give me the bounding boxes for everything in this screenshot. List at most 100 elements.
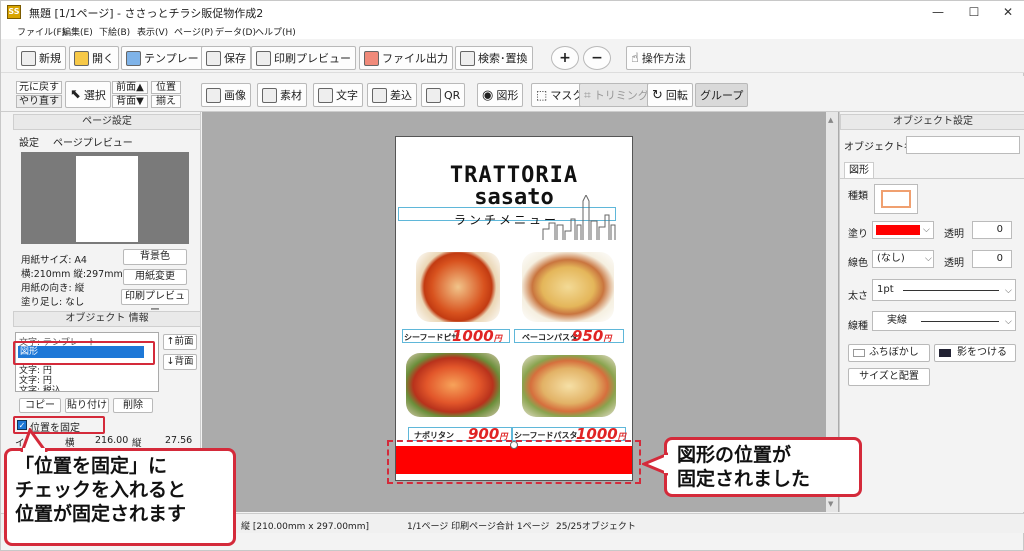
open-button[interactable]: 開く: [69, 46, 119, 70]
shape-type-picker[interactable]: [874, 184, 918, 214]
dish-name[interactable]: ベーコンパスタ: [522, 332, 578, 343]
print-preview-button[interactable]: 印刷プレビュー: [251, 46, 356, 70]
crop-icon: ⌗: [584, 87, 591, 102]
callout-line: チェックを入れると: [15, 478, 187, 501]
status-pages: 1/1ページ 印刷ページ合計 1ページ: [407, 522, 550, 532]
line-color-label: 線色: [848, 258, 868, 269]
paper-dimensions-label: 横:210mm 縦:297mm: [21, 269, 123, 280]
zoom-in-button[interactable]: +: [551, 46, 579, 70]
image-button[interactable]: 画像: [201, 83, 251, 107]
rectangle-shape-icon: [881, 190, 911, 208]
menu-view[interactable]: 表示(V): [137, 25, 168, 38]
right-callout-pointer: [642, 452, 668, 476]
undo-button[interactable]: 元に戻す: [16, 81, 62, 94]
tab-shape[interactable]: 図形: [844, 162, 874, 178]
redo-button[interactable]: やり直す: [16, 95, 62, 108]
align-button-label[interactable]: 揃え: [151, 95, 181, 108]
template-icon: [126, 50, 141, 66]
seafood-pizza-photo[interactable]: [416, 252, 500, 322]
send-back-button[interactable]: 背面▼: [112, 95, 148, 108]
text-button[interactable]: 文字: [313, 83, 363, 107]
group-button[interactable]: グループ: [695, 83, 749, 107]
export-icon: [364, 50, 379, 66]
flyer-page[interactable]: TRATTORIA sasato ランチメニュー シーフードピザ 1000円 ベ…: [395, 136, 633, 481]
object-name-input[interactable]: [906, 136, 1020, 154]
bleed-label: 塗り足し: なし: [21, 297, 85, 308]
save-button[interactable]: 保存: [201, 46, 251, 70]
file-output-button[interactable]: ファイル出力: [359, 46, 453, 70]
chevron-down-icon: ⌵: [1005, 317, 1012, 327]
background-color-button[interactable]: 背景色: [123, 249, 187, 265]
menu-data[interactable]: データ(D): [215, 25, 256, 38]
save-icon: [206, 50, 221, 66]
bacon-pasta-photo[interactable]: [522, 252, 614, 322]
search-replace-button[interactable]: 検索･置換: [455, 46, 533, 70]
zoom-out-button[interactable]: −: [583, 46, 611, 70]
thickness-select[interactable]: 1pt ⌵: [872, 279, 1016, 301]
menu-edit[interactable]: 編集(E): [62, 25, 93, 38]
status-paper: 縦 [210.00mm x 297.00mm]: [241, 522, 369, 532]
title-bar: SS 無題 [1/1ページ] - ささっとチラシ販促物作成2 — ☐ ✕: [1, 1, 1024, 23]
select-button[interactable]: ⬉ 選択: [65, 81, 111, 108]
rotate-icon: ↻: [652, 87, 663, 103]
right-panel: オブジェクト設定 オブジェクト名 図形 種類 塗り ⌵ 透明 0 線色 (なし)…: [839, 112, 1024, 512]
thickness-label: 太さ: [848, 291, 868, 302]
object-send-back-button[interactable]: ↓背面: [163, 354, 197, 370]
object-settings-header: オブジェクト設定: [840, 114, 1024, 130]
menu-page[interactable]: ページ(P): [174, 25, 213, 38]
scroll-down-icon[interactable]: ▼: [828, 500, 833, 508]
merge-icon: [372, 87, 387, 103]
blur-edge-button[interactable]: ふちぼかし: [848, 344, 930, 362]
right-callout: 図形の位置が 固定されました: [664, 437, 862, 497]
list-item[interactable]: 文字: 税込: [19, 383, 61, 391]
print-preview-small-button[interactable]: 印刷プレビュー: [121, 289, 189, 316]
maximize-button[interactable]: ☐: [957, 3, 991, 21]
paper-orientation-label: 用紙の向き: 縦: [21, 283, 85, 294]
search-icon: [460, 50, 475, 66]
material-icon: [262, 87, 277, 103]
paper-size-label: 用紙サイズ: A4: [21, 255, 87, 266]
new-document-icon: [21, 50, 36, 66]
tab-page-preview[interactable]: ページプレビュー: [53, 134, 133, 149]
align-button[interactable]: 位置: [151, 81, 181, 94]
qr-icon: [426, 87, 441, 103]
line-type-select[interactable]: 実線 ⌵: [872, 311, 1016, 331]
shape-button[interactable]: ◉ 図形: [477, 83, 524, 107]
line-transparency-stepper[interactable]: 0: [972, 250, 1012, 268]
trimming-button[interactable]: ⌗ トリミング: [579, 83, 654, 107]
object-name-label: オブジェクト名: [844, 142, 914, 153]
menu-bar: ファイル(F) 編集(E) 下絵(B) 表示(V) ページ(P) データ(D) …: [1, 23, 1024, 39]
fill-transparency-stepper[interactable]: 0: [972, 221, 1012, 239]
size-position-button[interactable]: サイズと配置: [848, 368, 930, 386]
bring-front-button[interactable]: 前面▲: [112, 81, 148, 94]
new-button[interactable]: 新規: [16, 46, 66, 70]
paste-button[interactable]: 貼り付け: [65, 398, 109, 413]
how-to-button[interactable]: ☝ 操作方法: [626, 46, 691, 70]
qr-button[interactable]: QR: [421, 83, 466, 107]
line-preview: [903, 290, 999, 291]
tab-settings[interactable]: 設定: [19, 134, 39, 149]
change-paper-button[interactable]: 用紙変更: [123, 269, 187, 285]
napolitan-photo[interactable]: [406, 353, 500, 417]
close-button[interactable]: ✕: [991, 3, 1024, 21]
delete-button[interactable]: 削除: [113, 398, 153, 413]
fill-color-select[interactable]: ⌵: [872, 221, 934, 239]
shadow-icon: [939, 349, 951, 357]
shadow-button[interactable]: 影をつける: [934, 344, 1016, 362]
minimize-button[interactable]: —: [921, 3, 955, 21]
scroll-up-icon[interactable]: ▲: [828, 116, 833, 124]
menu-underlay[interactable]: 下絵(B): [99, 25, 130, 38]
seafood-pasta-photo[interactable]: [522, 355, 616, 417]
line-color-select[interactable]: (なし) ⌵: [872, 250, 934, 268]
dish-price[interactable]: 950円: [572, 327, 611, 345]
material-button[interactable]: 素材: [257, 83, 307, 107]
menu-help[interactable]: ヘルプ(H): [255, 25, 296, 38]
page-preview: [21, 152, 189, 244]
copy-button[interactable]: コピー: [19, 398, 61, 413]
menu-file[interactable]: ファイル(F): [17, 25, 65, 38]
shape-highlight-box: [387, 440, 641, 484]
dish-price[interactable]: 1000円: [452, 327, 502, 345]
merge-button[interactable]: 差込: [367, 83, 417, 107]
object-bring-front-button[interactable]: ↑前面: [163, 334, 197, 350]
rotate-button[interactable]: ↻ 回転: [647, 83, 693, 107]
